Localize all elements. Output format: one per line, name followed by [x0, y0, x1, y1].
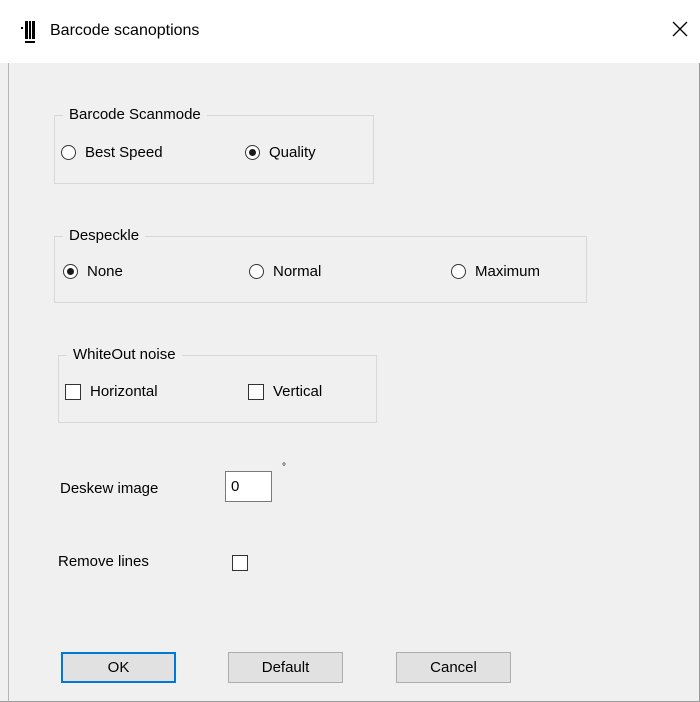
radio-label: Quality [269, 144, 316, 161]
checkbox-label: Horizontal [90, 383, 158, 400]
radio-label: Normal [273, 263, 322, 280]
remove-lines-label: Remove lines [58, 553, 149, 570]
dialog-window: Barcode scanoptions Barcode Scanmode Bes… [0, 0, 700, 702]
checkbox-indicator[interactable] [65, 383, 81, 400]
radio-best-speed[interactable]: Best Speed [61, 144, 163, 161]
cancel-button[interactable]: Cancel [396, 652, 511, 683]
ok-button[interactable]: OK [61, 652, 176, 683]
default-label: Default [261, 659, 310, 676]
window-border [8, 63, 9, 702]
ok-label: OK [107, 659, 130, 676]
radio-label: None [87, 263, 123, 280]
radio-normal[interactable]: Normal [249, 263, 321, 280]
close-icon[interactable] [668, 17, 692, 41]
checkbox-label: Vertical [273, 383, 323, 400]
radio-none[interactable]: None [63, 263, 123, 280]
radio-indicator[interactable] [245, 145, 260, 160]
radio-indicator[interactable] [249, 264, 264, 279]
checkbox-indicator[interactable] [248, 383, 264, 400]
degree-unit: ° [282, 462, 286, 473]
radio-label: Maximum [475, 263, 541, 280]
radio-indicator[interactable] [63, 264, 78, 279]
default-button[interactable]: Default [228, 652, 343, 683]
radio-indicator[interactable] [61, 145, 76, 160]
title-bar: Barcode scanoptions [0, 0, 700, 63]
radio-label: Best Speed [85, 144, 163, 161]
remove-lines-checkbox[interactable] [232, 555, 248, 571]
deskew-label: Deskew image [60, 480, 159, 497]
deskew-value: 0 [231, 478, 240, 495]
radio-maximum[interactable]: Maximum [451, 263, 540, 280]
checkbox-vertical[interactable]: Vertical [248, 383, 322, 400]
deskew-input[interactable]: 0 [225, 471, 272, 502]
radio-quality[interactable]: Quality [245, 144, 316, 161]
barcode-icon [21, 21, 35, 43]
despeckle-legend: Despeckle [63, 227, 146, 245]
window-title: Barcode scanoptions [50, 22, 200, 39]
whiteout-legend: WhiteOut noise [67, 346, 182, 364]
scanmode-legend: Barcode Scanmode [63, 106, 207, 124]
checkbox-horizontal[interactable]: Horizontal [65, 383, 158, 400]
cancel-label: Cancel [430, 659, 477, 676]
radio-indicator[interactable] [451, 264, 466, 279]
